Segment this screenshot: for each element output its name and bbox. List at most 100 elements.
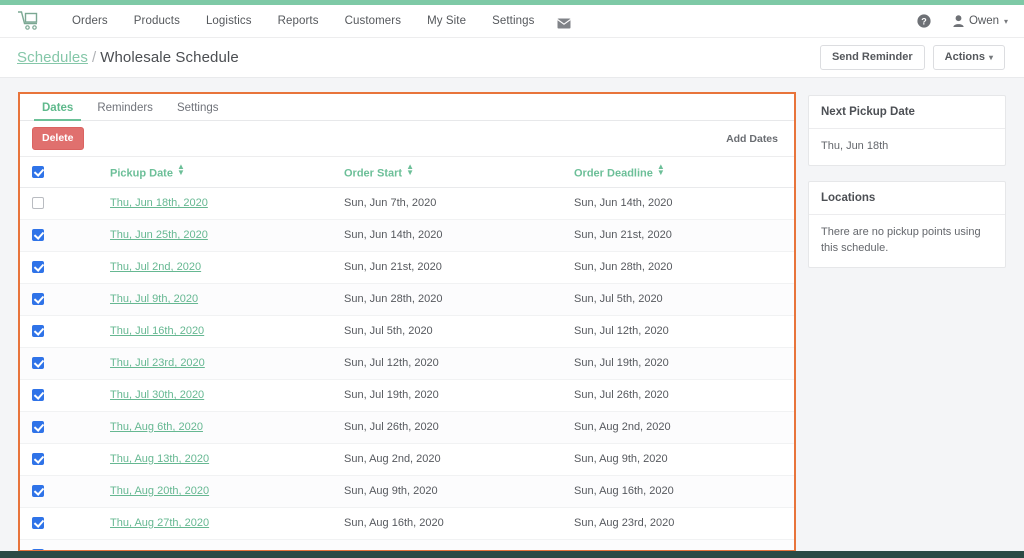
row-checkbox[interactable] — [32, 197, 44, 210]
sort-toggle-icon[interactable]: ▲ ▼ — [177, 162, 185, 177]
row-checkbox[interactable] — [32, 229, 44, 242]
pickup-date-cell: Thu, Jul 16th, 2020 — [96, 315, 330, 348]
nav-item-orders[interactable]: Orders — [59, 15, 121, 27]
pickup-date-link[interactable]: Thu, Aug 13th, 2020 — [110, 453, 209, 465]
next-pickup-date-title: Next Pickup Date — [809, 96, 1005, 129]
nav-item-customers[interactable]: Customers — [332, 15, 415, 27]
pickup-date-cell: Thu, Jul 23rd, 2020 — [96, 347, 330, 380]
pickup-date-link[interactable]: Thu, Jun 18th, 2020 — [110, 197, 208, 209]
navbar-right: ? Owen ▾ — [917, 14, 1024, 28]
pickup-date-cell: Thu, Jun 18th, 2020 — [96, 187, 330, 220]
column-label: Order Deadline — [574, 167, 653, 180]
table-row: Thu, Aug 20th, 2020 Sun, Aug 9th, 2020 Sun… — [20, 475, 794, 508]
order-deadline-cell: Sun, Aug 16th, 2020 — [560, 475, 794, 508]
column-header-order-start[interactable]: Order Start ▲ ▼ — [330, 157, 560, 188]
table-row: Thu, Jun 18th, 2020 Sun, Jun 7th, 2020 Sun… — [20, 187, 794, 220]
locations-empty-text: There are no pickup points using this sc… — [821, 225, 981, 254]
actions-label: Actions — [944, 51, 985, 63]
row-checkbox[interactable] — [32, 261, 44, 274]
shopping-cart-icon[interactable] — [17, 11, 41, 31]
pickup-date-link[interactable]: Thu, Jul 9th, 2020 — [110, 293, 198, 305]
pickup-date-link[interactable]: Thu, Jul 23rd, 2020 — [110, 357, 205, 369]
column-label: Pickup Date — [110, 167, 173, 180]
order-deadline-cell: Sun, Jun 14th, 2020 — [560, 187, 794, 220]
sort-toggle-icon[interactable]: ▲ ▼ — [406, 162, 414, 177]
table-row: Thu, Jul 16th, 2020 Sun, Jul 5th, 2020 Sun… — [20, 315, 794, 348]
actions-dropdown-button[interactable]: Actions ▾ — [932, 45, 1005, 70]
nav-item-settings[interactable]: Settings — [479, 15, 547, 27]
main-navbar: Orders Products Logistics Reports Custom… — [0, 5, 1024, 38]
tab-reminders[interactable]: Reminders — [85, 102, 165, 120]
chevron-down-icon: ▾ — [1003, 16, 1008, 26]
pickup-date-link[interactable]: Thu, Jun 25th, 2020 — [110, 229, 208, 241]
panel-tabs: Dates Reminders Settings — [20, 94, 794, 121]
delete-button[interactable]: Delete — [32, 127, 84, 150]
footer-strip — [0, 551, 1024, 558]
table-header-row: Pickup Date ▲ ▼ Order Start ▲ ▼ Order Deadli… — [20, 157, 794, 188]
table-row: Thu, Jun 25th, 2020 Sun, Jun 14th, 2020 Su… — [20, 219, 794, 252]
nav-item-reports[interactable]: Reports — [265, 15, 332, 27]
row-select-cell — [20, 411, 96, 444]
column-header-order-deadline[interactable]: Order Deadline ▲ ▼ — [560, 157, 794, 188]
dates-table: Pickup Date ▲ ▼ Order Start ▲ ▼ Order Deadli… — [20, 157, 794, 550]
order-deadline-cell: Sun, Aug 2nd, 2020 — [560, 411, 794, 444]
table-row: Thu, Jul 9th, 2020 Sun, Jun 28th, 2020 Sun… — [20, 283, 794, 316]
order-start-cell: Sun, Jun 28th, 2020 — [330, 283, 560, 316]
order-start-cell: Sun, Aug 9th, 2020 — [330, 475, 560, 508]
sort-toggle-icon[interactable]: ▲ ▼ — [657, 162, 665, 177]
row-checkbox[interactable] — [32, 389, 44, 402]
nav-item-products[interactable]: Products — [121, 15, 193, 27]
user-name: Owen — [968, 15, 999, 27]
row-checkbox[interactable] — [32, 517, 44, 530]
order-deadline-cell: Sun, Jul 26th, 2020 — [560, 379, 794, 412]
nav-links: Orders Products Logistics Reports Custom… — [59, 15, 572, 28]
nav-item-logistics[interactable]: Logistics — [193, 15, 265, 27]
user-menu[interactable]: Owen ▾ — [953, 15, 1008, 27]
pickup-date-link[interactable]: Thu, Jul 30th, 2020 — [110, 389, 204, 401]
next-pickup-date-value: Thu, Jun 18th — [821, 140, 889, 152]
column-label: Order Start — [344, 167, 403, 180]
pickup-date-cell: Thu, Jul 30th, 2020 — [96, 379, 330, 412]
row-checkbox[interactable] — [32, 485, 44, 498]
select-all-checkbox[interactable] — [32, 165, 44, 178]
column-header-pickup-date[interactable]: Pickup Date ▲ ▼ — [96, 157, 330, 188]
row-checkbox[interactable] — [32, 421, 44, 434]
locations-card: Locations There are no pickup points usi… — [808, 180, 1006, 268]
row-select-cell — [20, 283, 96, 316]
breadcrumb-parent-link[interactable]: Schedules — [17, 49, 88, 66]
row-checkbox[interactable] — [32, 357, 44, 370]
row-select-cell — [20, 315, 96, 348]
user-icon — [953, 15, 964, 27]
row-checkbox[interactable] — [32, 325, 44, 338]
next-pickup-date-card: Next Pickup Date Thu, Jun 18th — [808, 95, 1006, 166]
dates-table-body: Thu, Jun 18th, 2020 Sun, Jun 7th, 2020 Sun… — [20, 187, 794, 550]
row-select-cell — [20, 379, 96, 412]
row-checkbox[interactable] — [32, 453, 44, 466]
nav-item-my-site[interactable]: My Site — [414, 15, 479, 27]
tab-dates[interactable]: Dates — [30, 102, 85, 121]
breadcrumb-separator: / — [91, 49, 97, 66]
row-select-cell — [20, 475, 96, 508]
svg-text:?: ? — [921, 16, 927, 26]
add-dates-link[interactable]: Add Dates — [726, 133, 782, 145]
pickup-date-cell: Thu, Jun 25th, 2020 — [96, 219, 330, 252]
table-row: Thu, Aug 6th, 2020 Sun, Jul 26th, 2020 Sun… — [20, 411, 794, 444]
order-start-cell: Sun, Jul 12th, 2020 — [330, 347, 560, 380]
pickup-date-link[interactable]: Thu, Jul 16th, 2020 — [110, 325, 204, 337]
order-start-cell: Sun, Jul 26th, 2020 — [330, 411, 560, 444]
breadcrumb: Schedules / Wholesale Schedule — [17, 49, 239, 66]
tab-settings[interactable]: Settings — [165, 102, 231, 120]
order-deadline-cell: Sun, Aug 9th, 2020 — [560, 443, 794, 476]
schedule-dates-panel: Dates Reminders Settings Delete Add Date… — [18, 92, 796, 552]
pickup-date-link[interactable]: Thu, Jul 2nd, 2020 — [110, 261, 201, 273]
help-circle-icon[interactable]: ? — [917, 14, 931, 28]
pickup-date-link[interactable]: Thu, Aug 6th, 2020 — [110, 421, 203, 433]
row-select-cell — [20, 507, 96, 540]
row-checkbox[interactable] — [32, 293, 44, 306]
envelope-icon[interactable] — [557, 16, 572, 28]
order-start-cell: Sun, Aug 2nd, 2020 — [330, 443, 560, 476]
order-start-cell: Sun, Jul 19th, 2020 — [330, 379, 560, 412]
pickup-date-link[interactable]: Thu, Aug 20th, 2020 — [110, 485, 209, 497]
pickup-date-link[interactable]: Thu, Aug 27th, 2020 — [110, 517, 209, 529]
send-reminder-button[interactable]: Send Reminder — [819, 45, 925, 70]
